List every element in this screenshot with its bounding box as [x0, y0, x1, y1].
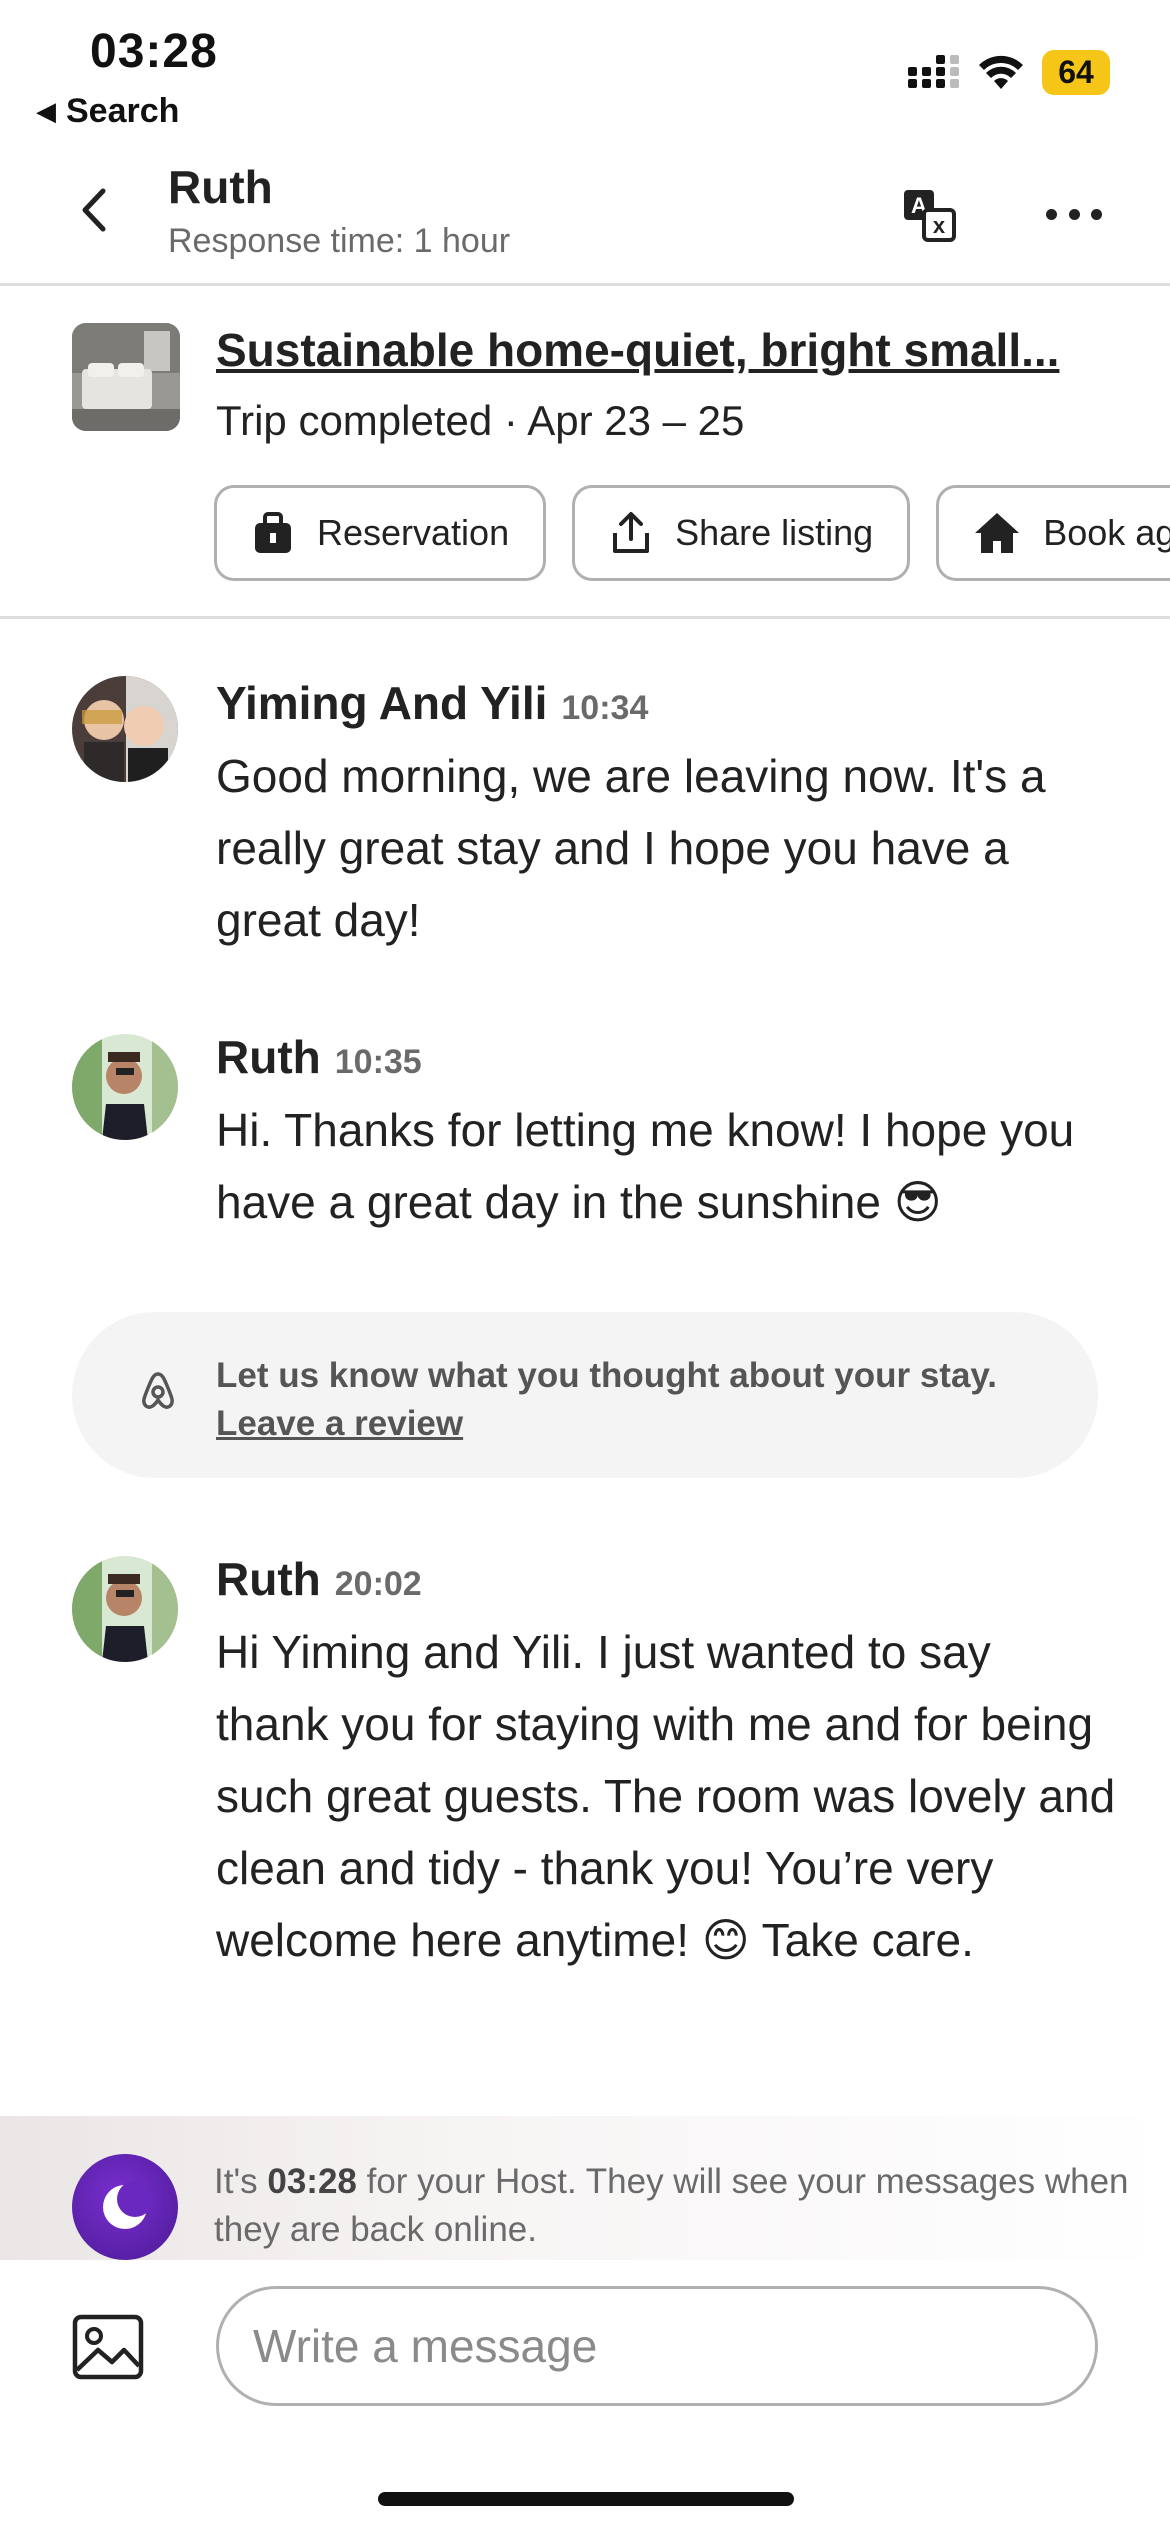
translate-button[interactable]: A x [900, 186, 960, 246]
airbnb-logo-icon [142, 1372, 174, 1409]
moon-glyph [103, 2181, 153, 2229]
listing-summary: Sustainable home-quiet, bright small... … [0, 289, 1170, 619]
bedroom-photo [72, 323, 180, 431]
trip-status: Trip completed · Apr 23 – 25 [216, 397, 745, 444]
host-local-time-text: It's 03:28 for your Host. They will see … [214, 2158, 1134, 2254]
response-time: Response time: 1 hour [168, 222, 511, 260]
leave-review-link[interactable]: Leave a review [216, 1400, 463, 1448]
avatar-photo [72, 1034, 178, 1140]
translate-icon: A x [904, 190, 956, 242]
message-text: Good morning, we are leaving now. It's a… [216, 750, 1046, 946]
message-text: Hi. Thanks for letting me know! I hope y… [216, 1104, 1075, 1228]
message-author: Ruth [216, 1031, 321, 1083]
wifi-icon [979, 55, 1023, 89]
back-triangle-icon: ◀ [36, 96, 56, 126]
message-item: Yiming And Yili 10:34 Good morning, we a… [0, 676, 1170, 976]
more-options-button[interactable] [1046, 194, 1102, 234]
message-time: 10:35 [334, 1043, 422, 1081]
listing-title-link[interactable]: Sustainable home-quiet, bright small... [216, 323, 1059, 377]
review-prompt-text: Let us know what you thought about your … [216, 1356, 998, 1395]
book-again-button[interactable]: Book again [936, 485, 1170, 581]
dot-icon [1068, 208, 1080, 220]
host-time-prefix: It's [214, 2162, 268, 2201]
moon-icon [72, 2154, 178, 2260]
avatar-photo [72, 676, 178, 782]
share-listing-label: Share listing [675, 512, 874, 553]
attach-image-button[interactable] [72, 2314, 144, 2380]
reservation-label: Reservation [317, 512, 510, 553]
message-header: Ruth 20:02 [216, 1552, 422, 1606]
book-again-label: Book again [1043, 512, 1170, 553]
share-icon [613, 512, 650, 553]
message-input[interactable] [216, 2286, 1098, 2406]
bag-icon [255, 512, 291, 553]
reservation-button[interactable]: Reservation [214, 485, 547, 581]
dot-icon [1091, 208, 1102, 220]
cellular-signal-icon [908, 54, 959, 88]
status-time: 03:28 [90, 25, 218, 78]
back-to-search-label: Search [66, 92, 180, 130]
status-icons: 64 [908, 50, 1110, 95]
message-author: Yiming And Yili [216, 677, 548, 729]
guest-avatar[interactable] [72, 676, 178, 782]
message-time: 20:02 [334, 1565, 422, 1603]
listing-actions: Reservation Share listing Book again [214, 485, 1170, 581]
svg-text:x: x [933, 213, 946, 238]
message-item: Ruth 20:02 Hi Yiming and Yili. I just wa… [0, 1552, 1170, 2052]
listing-thumbnail[interactable] [72, 323, 180, 431]
host-time-value: 03:28 [267, 2162, 357, 2201]
image-icon [72, 2314, 144, 2380]
back-button[interactable] [64, 180, 124, 240]
message-header: Ruth 10:35 [216, 1030, 422, 1084]
message-item: Ruth 10:35 Hi. Thanks for letting me kno… [0, 1030, 1170, 1250]
message-author: Ruth [216, 1553, 321, 1605]
message-text: Hi Yiming and Yili. I just wanted to say… [216, 1626, 1116, 1966]
message-header: Yiming And Yili 10:34 [216, 676, 648, 730]
back-to-search-link[interactable]: ◀ Search [36, 92, 179, 131]
host-avatar[interactable] [72, 1034, 178, 1140]
avatar-photo [72, 1556, 178, 1662]
share-listing-button[interactable]: Share listing [572, 485, 911, 581]
home-icon [975, 513, 1020, 553]
dot-icon [1046, 208, 1057, 220]
message-time: 10:34 [561, 689, 649, 727]
host-name: Ruth [168, 161, 273, 213]
battery-level: 64 [1042, 50, 1110, 95]
review-prompt: Let us know what you thought about your … [72, 1312, 1098, 1478]
chevron-left-icon [82, 188, 106, 232]
host-local-time-banner: It's 03:28 for your Host. They will see … [0, 2116, 1170, 2260]
conversation-header: Ruth Response time: 1 hour A x [0, 150, 1170, 286]
host-avatar[interactable] [72, 1556, 178, 1662]
home-indicator[interactable] [378, 2492, 794, 2506]
